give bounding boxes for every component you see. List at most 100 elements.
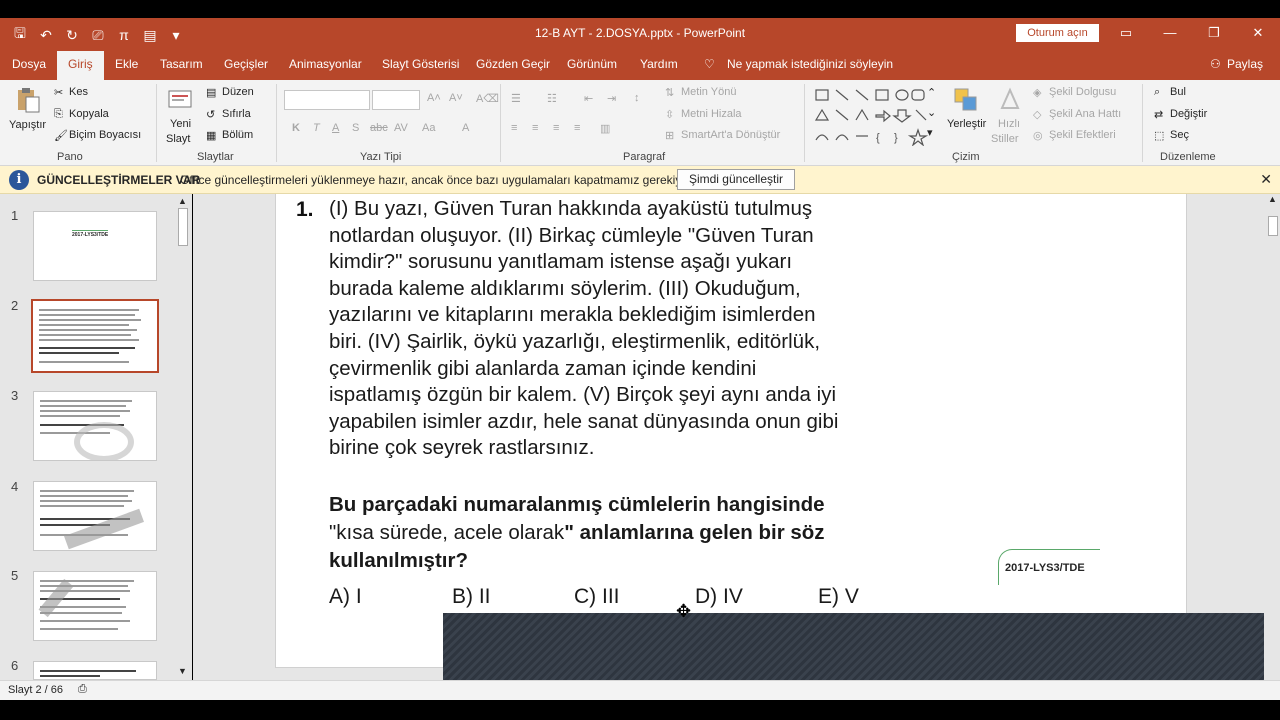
- new-slide-label-2[interactable]: Slayt: [166, 133, 190, 145]
- select-button[interactable]: Seç: [1170, 129, 1189, 141]
- copy-button[interactable]: Kopyala: [69, 108, 109, 120]
- quick-styles-label-2[interactable]: Stiller: [991, 133, 1019, 145]
- char-spacing-icon[interactable]: AV: [394, 122, 408, 134]
- shrink-font-icon[interactable]: A˅: [449, 92, 463, 104]
- layout-button[interactable]: Düzen: [222, 86, 254, 98]
- shapes-scroll-up-icon[interactable]: ⌃: [927, 86, 936, 99]
- align-left-icon[interactable]: ≡: [511, 122, 517, 134]
- find-button[interactable]: Bul: [1170, 86, 1186, 98]
- font-name-combo[interactable]: [284, 90, 370, 110]
- smartart-button[interactable]: SmartArt'a Dönüştür: [681, 129, 780, 141]
- grow-font-icon[interactable]: A˄: [427, 92, 441, 104]
- shadow-icon[interactable]: S: [352, 122, 359, 134]
- shapes-more-icon[interactable]: ▾: [927, 126, 933, 139]
- separator: [1142, 84, 1143, 162]
- option-a[interactable]: A) I: [329, 585, 362, 609]
- font-color-icon[interactable]: A: [462, 122, 469, 134]
- thumbnails-scrollbar[interactable]: ▲ ▼: [176, 196, 190, 678]
- window-controls: ▭ — ❐ ✕: [1104, 18, 1280, 48]
- quick-styles-icon[interactable]: [996, 86, 1024, 114]
- sign-in-button[interactable]: Oturum açın: [1016, 24, 1099, 42]
- thumb-line: [40, 585, 128, 587]
- slide-thumbnail-1[interactable]: 2017-LYS3/TDE: [33, 211, 157, 281]
- tab-yardim[interactable]: Yardım: [640, 57, 678, 71]
- paste-label[interactable]: Yapıştır: [9, 119, 46, 131]
- section-button[interactable]: Bölüm: [222, 129, 253, 141]
- italic-icon[interactable]: T: [313, 122, 320, 134]
- scroll-up-icon[interactable]: ▲: [178, 196, 187, 206]
- paste-icon[interactable]: [14, 86, 42, 114]
- arrange-label[interactable]: Yerleştir: [947, 118, 986, 130]
- strikethrough-icon[interactable]: abc: [370, 122, 388, 134]
- arrange-icon[interactable]: [952, 86, 980, 114]
- new-slide-label-1[interactable]: Yeni: [170, 118, 191, 130]
- spellcheck-icon[interactable]: ⎙: [78, 683, 87, 696]
- numbering-icon[interactable]: ☷: [547, 92, 557, 105]
- tab-slayt-gosterisi[interactable]: Slayt Gösterisi: [382, 57, 459, 71]
- reset-button[interactable]: Sıfırla: [222, 108, 251, 120]
- slide-thumbnail-4[interactable]: [33, 481, 157, 551]
- tab-tasarim[interactable]: Tasarım: [160, 57, 203, 71]
- tell-me-box[interactable]: Ne yapmak istediğinizi söyleyin: [727, 57, 893, 71]
- underline-icon[interactable]: A: [332, 122, 339, 134]
- tab-animasyonlar[interactable]: Animasyonlar: [289, 57, 362, 71]
- quick-styles-label-1[interactable]: Hızlı: [998, 118, 1020, 130]
- editor-scrollbar[interactable]: ▲: [1266, 194, 1280, 614]
- option-c[interactable]: C) III: [574, 585, 620, 609]
- tab-gecisler[interactable]: Geçişler: [224, 57, 268, 71]
- scroll-thumb[interactable]: [178, 208, 188, 246]
- shapes-gallery[interactable]: {}: [814, 86, 942, 146]
- tab-gozden-gecir[interactable]: Gözden Geçir: [476, 57, 550, 71]
- current-slide[interactable]: 1. (I) Bu yazı, Güven Turan hakkında aya…: [275, 194, 1187, 668]
- option-d[interactable]: D) IV: [695, 585, 743, 609]
- bold-icon[interactable]: K: [292, 122, 300, 134]
- option-b[interactable]: B) II: [452, 585, 491, 609]
- increase-indent-icon[interactable]: ⇥: [607, 92, 616, 105]
- replace-icon: ⇄: [1154, 109, 1164, 121]
- question-prompt[interactable]: Bu parçadaki numaralanmış cümlelerin han…: [329, 491, 929, 575]
- line-spacing-icon[interactable]: ↕: [634, 92, 640, 104]
- scroll-thumb[interactable]: [1268, 216, 1278, 236]
- bullets-icon[interactable]: ☰: [511, 92, 521, 105]
- clear-format-icon[interactable]: A⌫: [476, 92, 499, 105]
- group-label-duzenleme: Düzenleme: [1160, 151, 1216, 163]
- scroll-up-icon[interactable]: ▲: [1268, 194, 1277, 204]
- shape-fill-button[interactable]: Şekil Dolgusu: [1049, 86, 1116, 98]
- replace-button[interactable]: Değiştir: [1170, 108, 1207, 120]
- question-number: 1.: [296, 198, 314, 221]
- slide-thumbnail-2[interactable]: [31, 299, 159, 373]
- update-now-button[interactable]: Şimdi güncelleştir: [677, 169, 795, 190]
- share-button[interactable]: Paylaş: [1227, 57, 1263, 71]
- text-direction-button[interactable]: Metin Yönü: [681, 86, 736, 98]
- tab-ekle[interactable]: Ekle: [115, 57, 138, 71]
- close-icon[interactable]: ✕: [1236, 18, 1280, 48]
- slide-thumbnail-6[interactable]: [33, 661, 157, 680]
- slide-thumbnail-5[interactable]: [33, 571, 157, 641]
- align-right-icon[interactable]: ≡: [553, 122, 559, 134]
- change-case-icon[interactable]: Aa: [422, 122, 435, 134]
- slide-thumbnail-3[interactable]: [33, 391, 157, 461]
- thumb-line: [40, 675, 100, 677]
- tab-giris[interactable]: Giriş: [57, 51, 104, 80]
- restore-icon[interactable]: ❐: [1192, 18, 1236, 48]
- minimize-icon[interactable]: —: [1148, 18, 1192, 48]
- justify-icon[interactable]: ≡: [574, 122, 580, 134]
- shape-outline-button[interactable]: Şekil Ana Hattı: [1049, 108, 1121, 120]
- shapes-scroll-down-icon[interactable]: ⌄: [927, 106, 936, 119]
- tab-dosya[interactable]: Dosya: [12, 57, 46, 71]
- new-slide-icon[interactable]: [166, 86, 194, 114]
- shape-effects-button[interactable]: Şekil Efektleri: [1049, 129, 1116, 141]
- tab-gorunum[interactable]: Görünüm: [567, 57, 617, 71]
- align-text-button[interactable]: Metni Hizala: [681, 108, 742, 120]
- scroll-down-icon[interactable]: ▼: [178, 666, 187, 676]
- question-passage[interactable]: (I) Bu yazı, Güven Turan hakkında ayaküs…: [329, 196, 929, 462]
- cut-button[interactable]: Kes: [69, 86, 88, 98]
- close-infobar-icon[interactable]: ✕: [1260, 171, 1272, 188]
- font-size-combo[interactable]: [372, 90, 420, 110]
- option-e[interactable]: E) V: [818, 585, 859, 609]
- decrease-indent-icon[interactable]: ⇤: [584, 92, 593, 105]
- format-painter-button[interactable]: Biçim Boyacısı: [69, 129, 141, 141]
- columns-icon[interactable]: ▥: [600, 122, 610, 135]
- ribbon-display-icon[interactable]: ▭: [1104, 18, 1148, 48]
- align-center-icon[interactable]: ≡: [532, 122, 538, 134]
